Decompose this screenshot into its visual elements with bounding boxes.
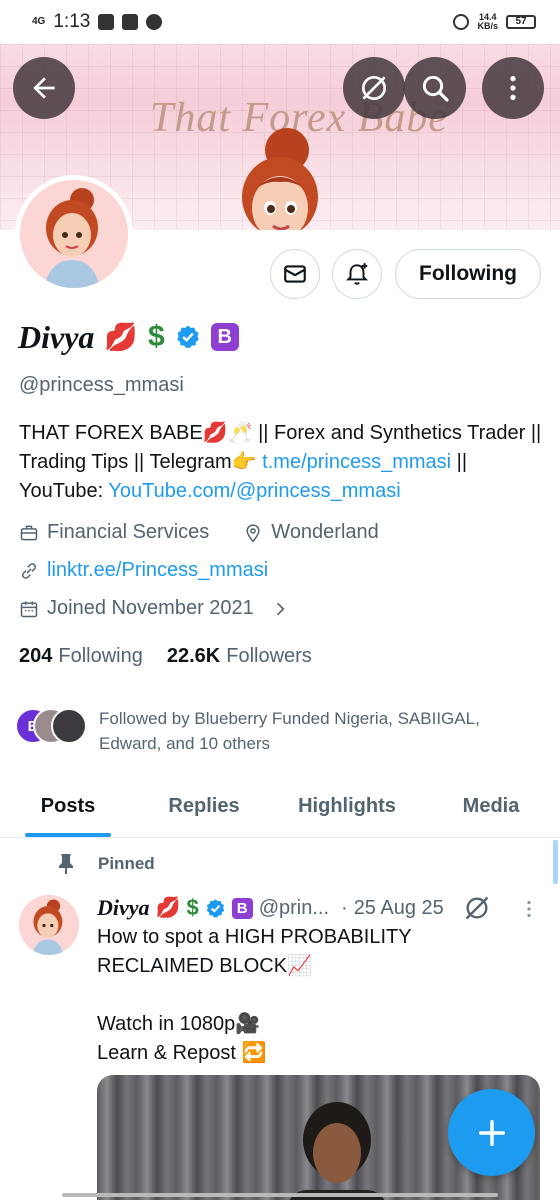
affiliate-b-badge[interactable]: B xyxy=(210,323,239,351)
post-author-handle: @prin... xyxy=(258,896,330,919)
avatar-illustration xyxy=(20,180,128,288)
youtube-link[interactable]: YouTube.com/@princess_mmasi xyxy=(108,480,400,502)
follower-avatar-edward xyxy=(51,708,87,744)
display-name-row: Divya 💋 $ B xyxy=(18,315,239,359)
network-speed: 14.4 KB/s xyxy=(477,13,498,31)
post-avatar-illustration xyxy=(19,895,79,955)
followers-label: Followers xyxy=(226,645,312,667)
post-verified-badge-icon xyxy=(206,898,224,918)
profile-meta-row: Financial Services Wonderland xyxy=(19,521,379,544)
facebook-icon xyxy=(122,14,139,30)
grok-button[interactable] xyxy=(343,57,405,119)
chevron-right-icon xyxy=(276,602,285,615)
following-label: Following xyxy=(58,645,143,667)
notify-button[interactable] xyxy=(332,249,382,299)
back-arrow-icon xyxy=(33,77,55,99)
pinned-indicator: Pinned xyxy=(56,853,155,875)
battery-icon: 57 xyxy=(506,15,536,29)
home-gesture-bar[interactable] xyxy=(62,1193,498,1197)
profile-avatar[interactable] xyxy=(15,175,133,293)
profile-location: Wonderland xyxy=(271,521,379,543)
briefcase-icon xyxy=(20,525,38,540)
profile-category: Financial Services xyxy=(47,521,210,543)
post-b-badge: B xyxy=(231,897,253,919)
profile-joined-date: Joined November 2021 xyxy=(47,597,254,619)
post-grok-icon[interactable] xyxy=(463,894,491,922)
following-count: 204 xyxy=(19,645,53,667)
post-more-options-icon[interactable] xyxy=(518,897,540,921)
post-dollar-emoji: $ xyxy=(186,895,199,920)
display-name: Divya xyxy=(18,318,95,355)
profile-bio: THAT FOREX BABE💋🥂 || Forex and Synthetic… xyxy=(19,419,549,506)
dollar-emoji: $ xyxy=(148,320,165,353)
search-icon xyxy=(422,75,449,102)
follow-counts: 204 Following 22.6K Followers xyxy=(19,645,312,668)
post-date: 25 Aug 25 xyxy=(353,896,444,919)
telegram-link[interactable]: t.me/princess_mmasi xyxy=(262,451,451,473)
followed-by-avatars: B xyxy=(15,706,89,746)
compose-post-button[interactable] xyxy=(448,1089,535,1176)
speed-unit: KB/s xyxy=(477,21,498,31)
post-text: How to spot a HIGH PROBABILITY RECLAIMED… xyxy=(97,926,412,1064)
profile-website-row: linktr.ee/Princess_mmasi xyxy=(19,559,268,582)
location-pin-icon xyxy=(246,523,260,542)
post-author-name[interactable]: Divya xyxy=(97,895,150,921)
profile-joined-row[interactable]: Joined November 2021 xyxy=(19,597,290,620)
following-button[interactable]: Following xyxy=(395,249,541,299)
status-bar: 4G 1:13 14.4 KB/s 57 xyxy=(0,0,560,44)
profile-website-link[interactable]: linktr.ee/Princess_mmasi xyxy=(47,559,268,582)
snapchat-icon xyxy=(98,14,115,30)
lips-emoji: 💋 xyxy=(104,321,139,352)
tab-posts[interactable]: Posts xyxy=(0,775,136,837)
network-indicator: 4G xyxy=(32,16,46,27)
plus-icon xyxy=(478,1119,505,1146)
back-button[interactable] xyxy=(13,57,75,119)
scroll-indicator[interactable] xyxy=(553,840,558,884)
status-time: 1:13 xyxy=(53,11,91,32)
calendar-icon xyxy=(20,601,38,617)
pinned-label: Pinned xyxy=(98,854,155,873)
banner-cartoon-illustration xyxy=(242,128,318,230)
avatar-image xyxy=(20,180,128,288)
more-vertical-icon xyxy=(510,76,516,100)
post-author-avatar[interactable] xyxy=(19,895,79,955)
profile-handle: @princess_mmasi xyxy=(19,374,184,396)
telegram-icon xyxy=(146,14,163,30)
search-button[interactable] xyxy=(404,57,466,119)
bell-plus-icon xyxy=(345,263,369,285)
tab-highlights[interactable]: Highlights xyxy=(272,775,422,837)
link-icon xyxy=(21,562,37,579)
status-left: 4G 1:13 xyxy=(32,11,163,33)
grok-icon xyxy=(362,76,386,100)
post-separator: · xyxy=(341,896,348,919)
mail-icon xyxy=(284,265,306,283)
alarm-icon xyxy=(453,14,470,30)
more-options-button[interactable] xyxy=(482,57,544,119)
followed-by-section[interactable]: B Followed by Blueberry Funded Nigeria, … xyxy=(15,706,529,756)
verified-badge-icon[interactable] xyxy=(175,324,201,350)
video-person-image xyxy=(289,1102,385,1200)
tab-media[interactable]: Media xyxy=(422,775,560,837)
followers-count-link[interactable]: 22.6K Followers xyxy=(167,645,312,668)
post-header: Divya 💋 $ B @prin... · 25 Aug 25 xyxy=(97,892,444,924)
followed-by-text: Followed by Blueberry Funded Nigeria, SA… xyxy=(99,709,480,753)
profile-tabs: Posts Replies Highlights Media xyxy=(0,775,560,838)
status-right: 14.4 KB/s 57 xyxy=(453,13,536,31)
post-lips-emoji: 💋 xyxy=(155,897,181,919)
pin-icon xyxy=(59,854,73,874)
tab-replies[interactable]: Replies xyxy=(136,775,272,837)
following-count-link[interactable]: 204 Following xyxy=(19,645,143,668)
followers-count: 22.6K xyxy=(166,645,221,667)
message-button[interactable] xyxy=(270,249,320,299)
